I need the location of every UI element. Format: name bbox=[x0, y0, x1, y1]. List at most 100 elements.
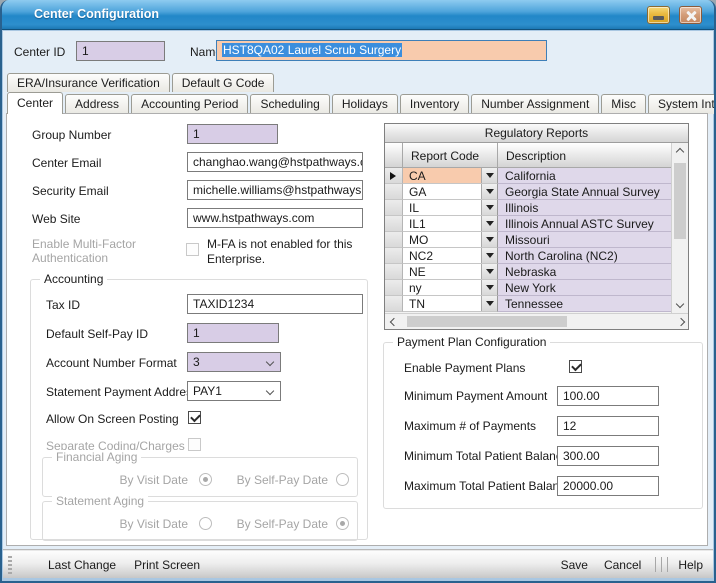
report-code-cell[interactable]: IL bbox=[403, 200, 498, 216]
report-code-dropdown-button[interactable] bbox=[481, 248, 497, 263]
report-code-dropdown-button[interactable] bbox=[481, 168, 497, 183]
report-code-dropdown-button[interactable] bbox=[481, 264, 497, 279]
web-site-field[interactable]: www.hstpathways.com bbox=[187, 208, 363, 228]
description-cell[interactable]: North Carolina (NC2) bbox=[498, 248, 671, 264]
description-cell[interactable]: Illinois bbox=[498, 200, 671, 216]
description-cell[interactable]: Nebraska bbox=[498, 264, 671, 280]
row-selector-cell[interactable] bbox=[385, 232, 403, 248]
tab[interactable]: Accounting Period bbox=[131, 94, 248, 114]
vertical-scroll-thumb[interactable] bbox=[674, 163, 686, 239]
table-row[interactable]: GA Georgia State Annual Survey bbox=[385, 184, 671, 200]
table-row[interactable]: NC2 North Carolina (NC2) bbox=[385, 248, 671, 264]
default-self-pay-id-field[interactable]: 1 bbox=[187, 323, 279, 343]
table-row[interactable]: ny New York bbox=[385, 280, 671, 296]
close-button[interactable] bbox=[679, 6, 702, 24]
report-code-dropdown-button[interactable] bbox=[481, 184, 497, 199]
description-cell[interactable]: Georgia State Annual Survey bbox=[498, 184, 671, 200]
save-button[interactable]: Save bbox=[561, 558, 588, 572]
description-cell[interactable]: Missouri bbox=[498, 232, 671, 248]
name-field[interactable]: HST8QA02 Laurel Scrub Surgery bbox=[216, 40, 547, 61]
row-selector-cell[interactable] bbox=[385, 216, 403, 232]
allow-on-screen-posting-checkbox[interactable] bbox=[188, 411, 201, 424]
security-email-field[interactable]: michelle.williams@hstpathways.com bbox=[187, 180, 363, 200]
payment-plan-field-input[interactable]: 300.00 bbox=[557, 446, 659, 466]
cancel-button[interactable]: Cancel bbox=[604, 558, 641, 572]
title-bar[interactable]: Center Configuration bbox=[0, 0, 716, 30]
minimize-button[interactable] bbox=[647, 6, 670, 24]
vertical-scroll-track[interactable] bbox=[672, 159, 688, 297]
report-code-cell[interactable]: ny bbox=[403, 280, 498, 296]
grid-description-header[interactable]: Description bbox=[498, 143, 671, 168]
row-selector-cell[interactable] bbox=[385, 264, 403, 280]
table-row[interactable]: IL1 Illinois Annual ASTC Survey bbox=[385, 216, 671, 232]
description-cell[interactable]: California bbox=[498, 168, 671, 184]
row-selector-cell[interactable] bbox=[385, 184, 403, 200]
row-selector-cell[interactable] bbox=[385, 248, 403, 264]
report-code-cell[interactable]: TN bbox=[403, 296, 498, 312]
chevron-down-icon[interactable] bbox=[266, 358, 274, 366]
row-selector-cell[interactable] bbox=[385, 296, 403, 312]
payment-plan-field-input[interactable]: 12 bbox=[557, 416, 659, 436]
report-code-cell[interactable]: GA bbox=[403, 184, 498, 200]
report-code-cell[interactable]: CA bbox=[403, 168, 498, 184]
report-code-dropdown-button[interactable] bbox=[481, 200, 497, 215]
horizontal-scroll-thumb[interactable] bbox=[407, 316, 567, 327]
grid-report-code-header[interactable]: Report Code bbox=[403, 143, 498, 168]
scroll-up-button[interactable] bbox=[672, 143, 688, 159]
payment-plan-field-row: Minimum Payment Amount 100.00 bbox=[388, 381, 698, 411]
statement-payment-address-combobox[interactable]: PAY1 bbox=[187, 381, 281, 401]
description-cell[interactable]: Illinois Annual ASTC Survey bbox=[498, 216, 671, 232]
tab[interactable]: Address bbox=[65, 94, 129, 114]
table-row[interactable]: IL Illinois bbox=[385, 200, 671, 216]
report-code-dropdown-button[interactable] bbox=[481, 216, 497, 231]
group-number-field[interactable]: 1 bbox=[187, 124, 278, 144]
center-id-field[interactable]: 1 bbox=[76, 41, 165, 61]
tab[interactable]: Holidays bbox=[332, 94, 398, 114]
enable-payment-plans-checkbox[interactable] bbox=[569, 360, 582, 373]
tab-label: ERA/Insurance Verification bbox=[17, 76, 160, 90]
help-button[interactable]: Help bbox=[678, 558, 703, 572]
tax-id-field[interactable]: TAXID1234 bbox=[187, 294, 363, 314]
toolbar-button[interactable]: Last Change bbox=[48, 558, 116, 572]
report-code-dropdown-button[interactable] bbox=[481, 296, 497, 311]
tab[interactable]: Scheduling bbox=[250, 94, 329, 114]
report-code-cell[interactable]: MO bbox=[403, 232, 498, 248]
tab[interactable]: Center bbox=[7, 92, 63, 114]
financial-by-self-pay-date-label: By Self-Pay Date bbox=[231, 473, 328, 487]
toolbar-button[interactable]: Print Screen bbox=[134, 558, 200, 572]
tab-top-row[interactable]: Default G Code bbox=[172, 73, 275, 92]
row-selector-cell[interactable] bbox=[385, 168, 403, 184]
scroll-left-button[interactable] bbox=[385, 314, 401, 329]
grid-horizontal-scrollbar[interactable] bbox=[385, 313, 688, 329]
report-code-cell[interactable]: NE bbox=[403, 264, 498, 280]
account-number-format-combobox[interactable]: 3 bbox=[187, 352, 281, 372]
description-cell[interactable]: New York bbox=[498, 280, 671, 296]
tab[interactable]: Number Assignment bbox=[471, 94, 599, 114]
table-row[interactable]: CA California bbox=[385, 168, 671, 184]
report-code-cell[interactable]: IL1 bbox=[403, 216, 498, 232]
table-row[interactable]: MO Missouri bbox=[385, 232, 671, 248]
chevron-down-icon[interactable] bbox=[266, 387, 274, 395]
toolbar-button-label: Print Screen bbox=[134, 558, 200, 572]
scroll-right-button[interactable] bbox=[672, 314, 688, 329]
grid-vertical-scrollbar[interactable] bbox=[671, 143, 688, 313]
tab[interactable]: Inventory bbox=[400, 94, 469, 114]
report-code-cell[interactable]: NC2 bbox=[403, 248, 498, 264]
table-row[interactable]: NE Nebraska bbox=[385, 264, 671, 280]
tab-top-row[interactable]: ERA/Insurance Verification bbox=[7, 73, 170, 92]
payment-plan-field-input[interactable]: 20000.00 bbox=[557, 476, 659, 496]
payment-plan-field-input[interactable]: 100.00 bbox=[557, 386, 659, 406]
tab[interactable]: System Interface bbox=[648, 94, 716, 114]
mfa-checkbox bbox=[186, 243, 199, 256]
description-cell[interactable]: Tennessee bbox=[498, 296, 671, 312]
report-code-dropdown-button[interactable] bbox=[481, 280, 497, 295]
financial-aging-title: Financial Aging bbox=[52, 450, 141, 464]
row-selector-cell[interactable] bbox=[385, 200, 403, 216]
report-code-dropdown-button[interactable] bbox=[481, 232, 497, 247]
scroll-down-button[interactable] bbox=[672, 297, 688, 313]
table-row[interactable]: TN Tennessee bbox=[385, 296, 671, 312]
center-email-field[interactable]: changhao.wang@hstpathways.com bbox=[187, 152, 363, 172]
row-selector-cell[interactable] bbox=[385, 280, 403, 296]
toolbar-grip-icon[interactable] bbox=[8, 556, 12, 574]
tab[interactable]: Misc bbox=[601, 94, 646, 114]
